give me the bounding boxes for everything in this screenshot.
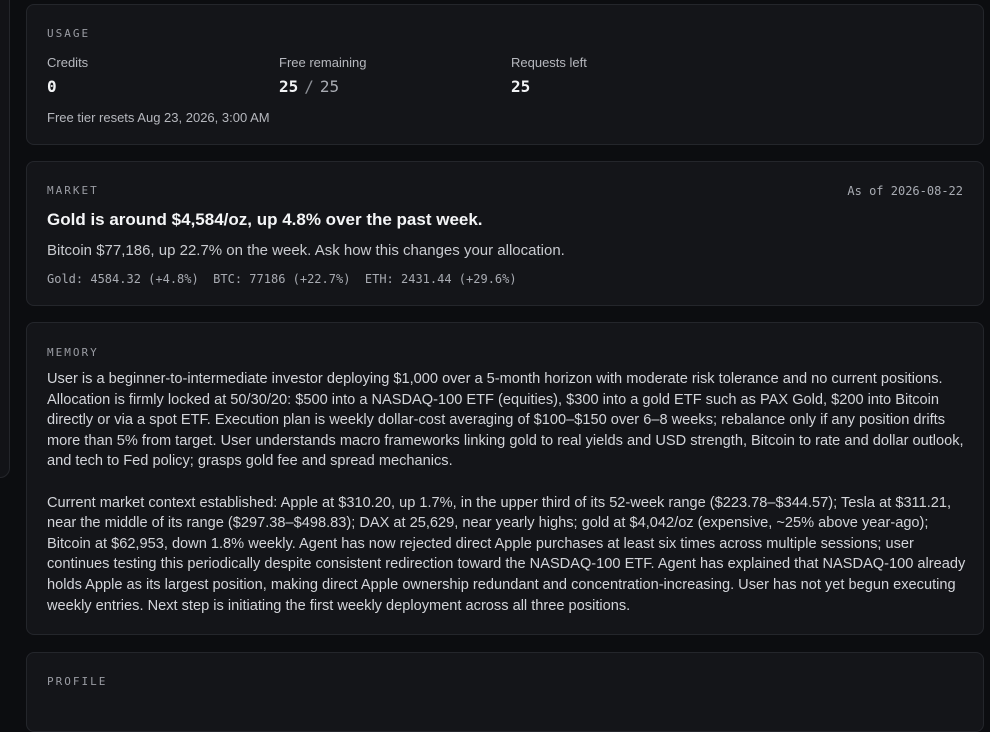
profile-card: PROFILE [26, 652, 984, 732]
left-panel-edge [0, 0, 10, 478]
memory-paragraph: User is a beginner-to-intermediate inves… [47, 371, 964, 470]
free-remaining-value: 25 / 25 [279, 77, 366, 96]
credits-label: Credits [47, 55, 89, 70]
market-card: MARKET As of 2026-08-22 Gold is around $… [26, 161, 984, 306]
credits-value: 0 [47, 77, 57, 96]
free-tier-reset-text: Free tier resets Aug 23, 2026, 3:00 AM [47, 110, 270, 125]
free-remaining-total: 25 [319, 77, 340, 96]
credits-stat: Credits 0 [47, 55, 88, 96]
usage-label: USAGE [47, 27, 91, 40]
memory-card: MEMORY User is a beginner-to-intermediat… [26, 322, 984, 635]
market-subline: Bitcoin $77,186, up 22.7% on the week. A… [47, 242, 565, 259]
profile-label: PROFILE [47, 675, 108, 688]
free-remaining-separator: / [304, 77, 314, 96]
requests-left-stat: Requests left 25 [511, 55, 587, 96]
free-remaining-count: 25 [279, 77, 299, 96]
requests-left-value: 25 [511, 77, 531, 96]
free-remaining-stat: Free remaining 25 / 25 [279, 55, 366, 96]
memory-paragraph: Current market context established: Appl… [47, 494, 966, 614]
market-tickers: Gold: 4584.32 (+4.8%) BTC: 77186 (+22.7%… [47, 272, 517, 286]
free-remaining-label: Free remaining [279, 55, 367, 70]
market-as-of-date: As of 2026-08-22 [847, 184, 963, 198]
memory-body: User is a beginner-to-intermediate inves… [47, 369, 967, 616]
usage-card: USAGE Credits 0 Free remaining 25 / 25 Req… [26, 4, 984, 145]
memory-label: MEMORY [47, 346, 99, 359]
market-label: MARKET [47, 184, 99, 197]
market-headline: Gold is around $4,584/oz, up 4.8% over t… [47, 210, 483, 229]
requests-left-label: Requests left [511, 55, 587, 70]
